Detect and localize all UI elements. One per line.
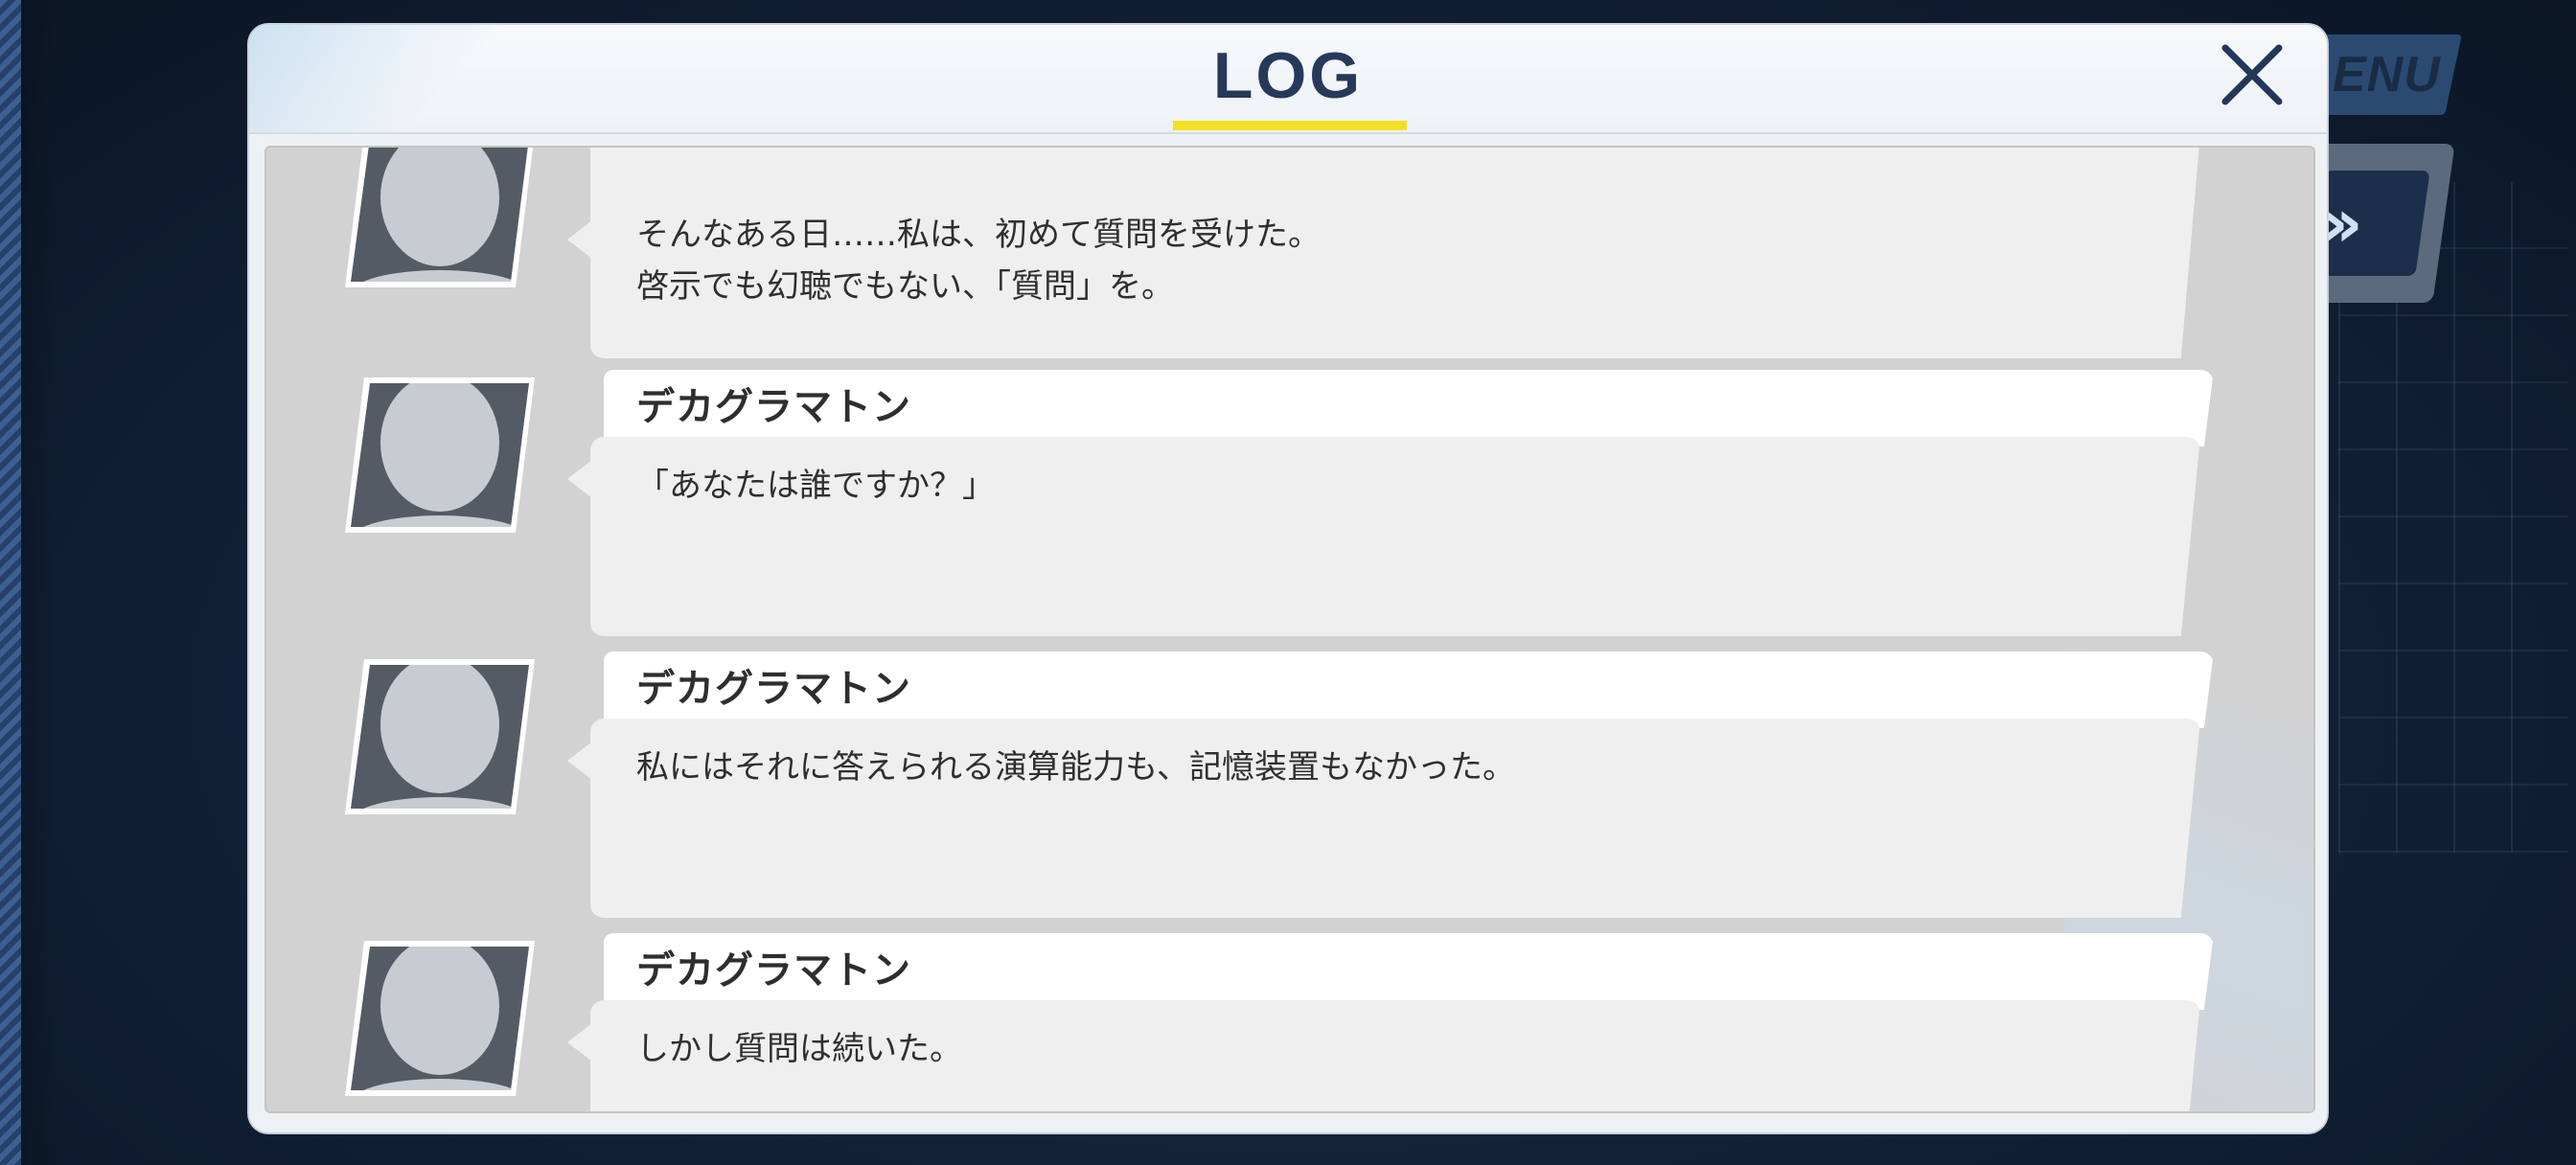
message-bubble: 私にはそれに答えられる演算能力も、記憶装置もなかった。: [590, 719, 2200, 918]
log-title: LOG: [1212, 39, 1364, 112]
left-edge-stripe: [0, 0, 21, 1165]
message-text: 私にはそれに答えられる演算能力も、記憶装置もなかった。: [636, 748, 1515, 787]
default-avatar-icon: [345, 941, 535, 1096]
speaker-name: デカグラマトン: [636, 667, 911, 711]
close-icon: [2221, 44, 2283, 105]
bubble-pointer: [567, 220, 592, 259]
message-bubble: そんなある日……私は、初めて質問を受けた。 啓示でも幻聴でもない、「質問」を。: [590, 148, 2200, 358]
log-panel: LOG そんなある日……私は、初めて質問を受けた。 啓示でも幻聴でもない、「質問…: [249, 25, 2327, 1132]
bubble-pointer: [567, 1023, 592, 1062]
message-text: そんなある日……私は、初めて質問を受けた。 啓示でも幻聴でもない、「質問」を。: [636, 216, 1321, 306]
default-avatar-icon: [345, 377, 535, 533]
speaker-name-tab: デカグラマトン: [604, 651, 2214, 728]
default-avatar-icon: [345, 659, 535, 814]
speaker-name: デカグラマトン: [636, 948, 911, 993]
message-text: 「あなたは誰ですか？」: [636, 467, 995, 505]
speaker-avatar: [343, 376, 537, 535]
close-button[interactable]: [2216, 38, 2288, 111]
speaker-name-tab: デカグラマトン: [604, 933, 2214, 1010]
message-bubble: しかし質問は続いた。: [590, 1000, 2200, 1111]
bubble-pointer: [567, 742, 592, 780]
title-underline: [1173, 121, 1407, 130]
message-text: しかし質問は続いた。: [636, 1030, 962, 1068]
speaker-avatar: [343, 148, 537, 289]
log-header: LOG: [249, 25, 2327, 134]
speaker-name: デカグラマトン: [636, 385, 911, 429]
message-bubble: 「あなたは誰ですか？」: [590, 437, 2200, 636]
fast-forward-icon: ››: [2310, 171, 2430, 276]
log-list[interactable]: そんなある日……私は、初めて質問を受けた。 啓示でも幻聴でもない、「質問」を。: [264, 146, 2315, 1113]
bubble-pointer: [567, 460, 592, 498]
speaker-name-tab: デカグラマトン: [604, 370, 2214, 446]
default-avatar-icon: [345, 148, 534, 287]
speaker-avatar: [343, 657, 537, 816]
speaker-avatar: [343, 939, 537, 1098]
